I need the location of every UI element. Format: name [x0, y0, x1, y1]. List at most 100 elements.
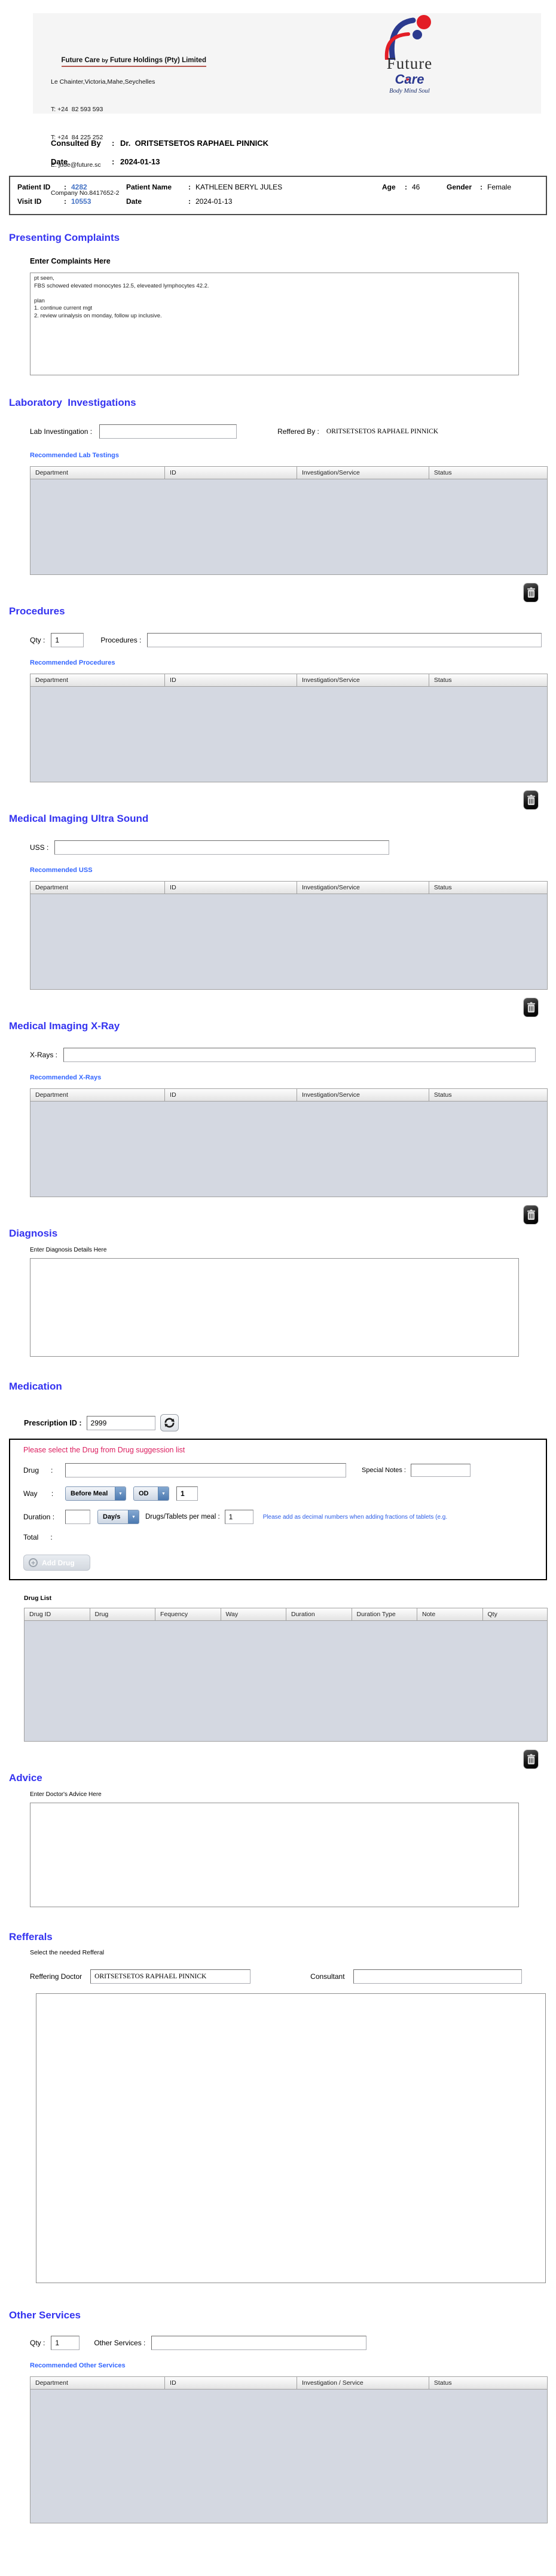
duration-unit-select[interactable]: Day/s ▼ — [97, 1510, 139, 1524]
referral-list[interactable] — [36, 1993, 546, 2283]
refresh-icon — [164, 1418, 175, 1428]
advice-title: Advice — [9, 1772, 42, 1783]
os-col-id: ID — [164, 2376, 297, 2390]
reffering-doctor-label: Reffering Doctor — [30, 1972, 83, 1981]
duration-input[interactable] — [65, 1510, 90, 1524]
proc-col-department: Department — [30, 674, 165, 687]
prescription-id-input[interactable] — [86, 1415, 155, 1430]
procedures-delete-button[interactable] — [524, 791, 538, 809]
drug-suggestion-notice: Please select the Drug from Drug suggess… — [23, 1446, 185, 1454]
xray-col-id: ID — [164, 1088, 297, 1102]
diagnosis-textarea[interactable] — [30, 1258, 519, 1357]
company-number: Company No.8417652-2 — [51, 189, 120, 197]
consultation-page: Future Care by Future Holdings (Pty) Lim… — [0, 0, 556, 2576]
special-notes-input[interactable] — [410, 1464, 471, 1477]
uss-label: USS : — [30, 843, 49, 852]
diagnosis-title: Diagnosis — [9, 1228, 58, 1239]
decimal-helper-text: Please add as decimal numbers when addin… — [262, 1513, 448, 1520]
recommended-other-services-link[interactable]: Recommended Other Services — [30, 2362, 126, 2369]
referrals-title: Refferals — [9, 1931, 53, 1942]
uss-list[interactable] — [30, 894, 548, 990]
procedures-label: Procedures : — [100, 636, 142, 644]
os-col-department: Department — [30, 2376, 165, 2390]
xray-row: X-Rays : — [30, 1048, 556, 1062]
lab-col-id: ID — [164, 466, 297, 479]
uss-row: USS : — [30, 840, 556, 855]
os-col-status: Status — [428, 2376, 548, 2390]
way-row: Way : Before Meal ▼ OD ▼ — [23, 1486, 546, 1501]
xray-list[interactable] — [30, 1102, 548, 1197]
add-drug-button[interactable]: + Add Drug — [23, 1555, 90, 1571]
other-qty-input[interactable] — [51, 2336, 80, 2350]
recommended-uss-link[interactable]: Recommended USS — [30, 867, 93, 874]
consultant-input[interactable] — [353, 1969, 522, 1984]
other-services-list[interactable] — [30, 2390, 548, 2523]
lab-col-investigation: Investigation/Service — [296, 466, 429, 479]
diagnosis-label: Enter Diagnosis Details Here — [30, 1247, 107, 1253]
company-header: Future Care by Future Holdings (Pty) Lim… — [33, 13, 541, 197]
prescription-refresh-button[interactable] — [160, 1414, 179, 1431]
special-notes-label: Special Notes : — [362, 1467, 406, 1474]
referrals-row: Reffering Doctor Consultant — [30, 1969, 556, 1984]
way-label: Way : — [23, 1489, 54, 1498]
heart-icon: ♥ — [406, 77, 410, 82]
per-meal-label: Drugs/Tablets per meal : — [145, 1513, 220, 1520]
company-email: E: jude@future.sc — [51, 161, 101, 169]
other-services-table: Department ID Investigation / Service St… — [30, 2376, 548, 2523]
lab-investigation-label: Lab Investingation : — [30, 427, 93, 436]
reffered-by-label: Reffered By : — [277, 427, 319, 436]
procedures-input[interactable] — [147, 633, 542, 647]
drug-col-way: Way — [220, 1608, 286, 1621]
xray-delete-button[interactable] — [524, 1206, 538, 1224]
frequency-select[interactable]: OD ▼ — [133, 1486, 169, 1501]
way-select[interactable]: Before Meal ▼ — [65, 1486, 126, 1501]
frequency-selected-value: OD — [139, 1490, 149, 1497]
lab-investigation-input[interactable] — [99, 424, 237, 439]
chevron-down-icon: ▼ — [115, 1487, 126, 1500]
patient-name-value: KATHLEEN BERYL JULES — [195, 183, 283, 191]
complaints-label: Enter Complaints Here — [30, 257, 111, 265]
add-drug-label: Add Drug — [42, 1558, 75, 1567]
company-name-by: by — [102, 57, 108, 63]
procedures-list[interactable] — [30, 687, 548, 782]
other-services-title: Other Services — [9, 2309, 81, 2321]
other-services-input[interactable] — [151, 2336, 367, 2350]
way-qty-input[interactable] — [176, 1486, 198, 1501]
reffering-doctor-input[interactable] — [90, 1969, 251, 1984]
trash-icon — [527, 1209, 535, 1220]
uss-col-status: Status — [428, 881, 548, 894]
lab-testings-list[interactable] — [30, 479, 548, 575]
company-name-rest: Future Holdings (Pty) Limited — [108, 56, 206, 64]
drug-list[interactable] — [24, 1621, 548, 1742]
total-row: Total : — [23, 1533, 546, 1541]
drug-delete-button[interactable] — [524, 1750, 538, 1769]
per-meal-input[interactable] — [224, 1510, 253, 1524]
gender-label: Gender — [447, 183, 472, 191]
drug-input[interactable] — [65, 1463, 346, 1477]
trash-icon — [527, 587, 535, 598]
drug-entry-panel: Please select the Drug from Drug suggess… — [9, 1439, 547, 1580]
complaints-textarea[interactable]: pt seen, FBS schowed elevated monocytes … — [30, 273, 519, 375]
company-details: Future Care by Future Holdings (Pty) Lim… — [51, 47, 206, 216]
xray-input[interactable] — [63, 1048, 536, 1062]
prescription-id-label: Prescription ID : — [24, 1418, 82, 1427]
lab-col-department: Department — [30, 466, 165, 479]
xray-title: Medical Imaging X-Ray — [9, 1020, 120, 1032]
drug-col-drug: Drug — [89, 1608, 155, 1621]
other-services-row: Qty : Other Services : — [30, 2336, 556, 2350]
chevron-down-icon: ▼ — [158, 1487, 169, 1500]
drug-list-table: Drug ID Drug Fequency Way Duration Durat… — [24, 1608, 548, 1742]
medication-title: Medication — [9, 1381, 62, 1392]
recommended-procedures-link[interactable]: Recommended Procedures — [30, 659, 115, 666]
uss-delete-button[interactable] — [524, 998, 538, 1017]
duration-unit-value: Day/s — [103, 1513, 121, 1520]
procedures-qty-input[interactable] — [51, 633, 84, 647]
procedures-qty-label: Qty : — [30, 636, 45, 644]
company-phone-1: T: +24 82 593 593 — [51, 106, 103, 113]
uss-input[interactable] — [54, 840, 390, 855]
procedures-title: Procedures — [9, 605, 65, 617]
lab-delete-button[interactable] — [524, 583, 538, 602]
recommended-xrays-link[interactable]: Recommended X-Rays — [30, 1074, 101, 1081]
advice-textarea[interactable] — [30, 1803, 519, 1907]
recommended-lab-testings-link[interactable]: Recommended Lab Testings — [30, 452, 119, 459]
